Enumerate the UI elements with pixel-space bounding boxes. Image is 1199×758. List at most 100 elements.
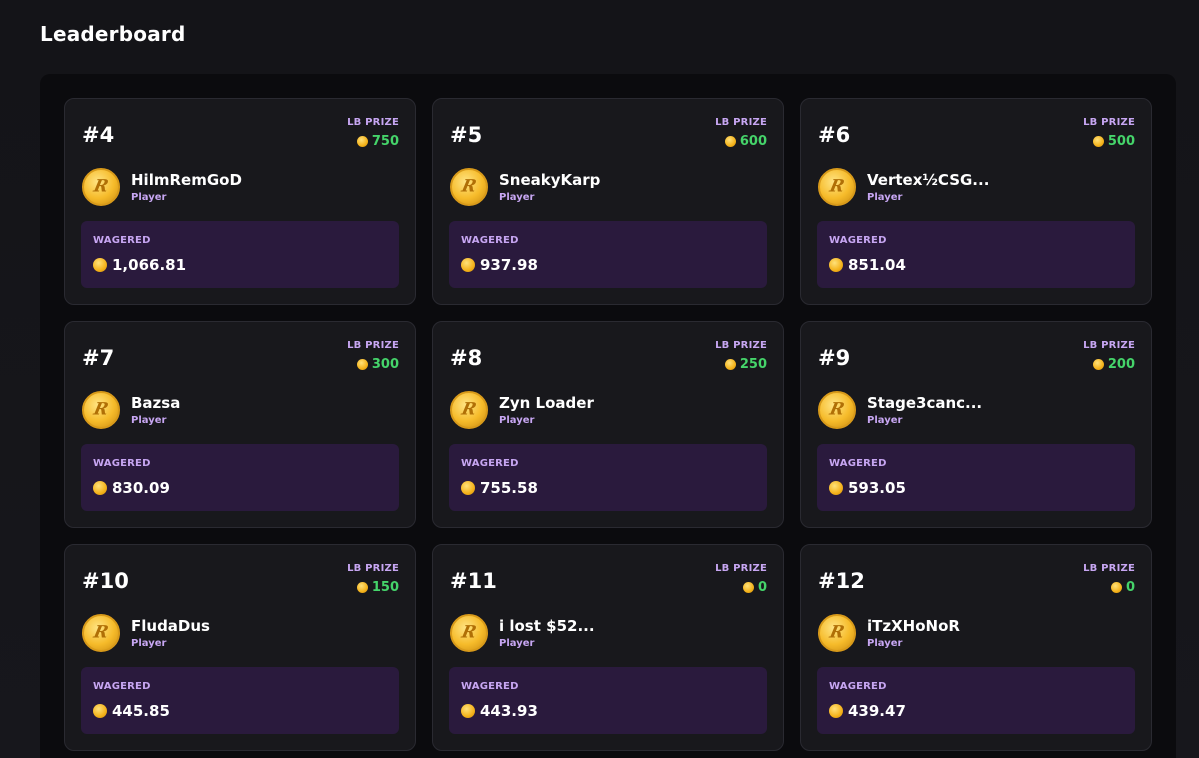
lb-prize: LB PRIZE 0: [715, 563, 767, 595]
lb-prize: LB PRIZE 500: [1083, 117, 1135, 149]
wagered-label: WAGERED: [829, 681, 887, 692]
lb-prize-label: LB PRIZE: [347, 563, 399, 574]
leaderboard-grid: #4 LB PRIZE 750 HilmRemGoD Player: [64, 98, 1152, 751]
player-role: Player: [499, 415, 535, 426]
leaderboard-card[interactable]: #7 LB PRIZE 300 Bazsa Player WA: [64, 321, 416, 528]
lb-prize-amount: 250: [739, 357, 767, 372]
r-coin-avatar-icon: [82, 391, 120, 429]
player-role: Player: [867, 638, 903, 649]
rank-label: #11: [450, 569, 497, 593]
leaderboard-card[interactable]: #9 LB PRIZE 200 Stage3canc... Player: [800, 321, 1152, 528]
leaderboard-card[interactable]: #10 LB PRIZE 150 FludaDus Player: [64, 544, 416, 751]
player-info: SneakyKarp Player: [450, 168, 600, 206]
coin-icon: [742, 582, 754, 593]
leaderboard-card[interactable]: #12 LB PRIZE 0 iTzXHoNoR Player: [800, 544, 1152, 751]
rank-label: #9: [818, 346, 851, 370]
rank-label: #5: [450, 123, 483, 147]
rank-label: #7: [82, 346, 115, 370]
leaderboard-page: Leaderboard #4 LB PRIZE 750 HilmRemGoD: [0, 0, 1199, 758]
leaderboard-card[interactable]: #6 LB PRIZE 500 Vertex½CSG... Player: [800, 98, 1152, 305]
player-role: Player: [131, 638, 167, 649]
player-info: i lost $52... Player: [450, 614, 595, 652]
coin-icon: [461, 481, 475, 495]
wagered-value: 851.04: [829, 256, 906, 274]
player-role: Player: [499, 192, 535, 203]
page-title: Leaderboard: [40, 22, 186, 46]
wagered-value: 937.98: [461, 256, 538, 274]
r-coin-avatar-icon: [818, 391, 856, 429]
lb-prize-amount: 200: [1107, 357, 1135, 372]
player-role: Player: [131, 415, 167, 426]
rank-label: #8: [450, 346, 483, 370]
player-info: Vertex½CSG... Player: [818, 168, 989, 206]
lb-prize-value: 300: [347, 357, 399, 372]
lb-prize-value: 750: [347, 134, 399, 149]
wagered-amount: 439.47: [848, 702, 906, 720]
leaderboard-card[interactable]: #4 LB PRIZE 750 HilmRemGoD Player: [64, 98, 416, 305]
lb-prize-label: LB PRIZE: [1083, 563, 1135, 574]
lb-prize: LB PRIZE 750: [347, 117, 399, 149]
lb-prize: LB PRIZE 250: [715, 340, 767, 372]
coin-icon: [356, 582, 368, 593]
r-coin-avatar-icon: [450, 168, 488, 206]
leaderboard-card[interactable]: #5 LB PRIZE 600 SneakyKarp Player: [432, 98, 784, 305]
wagered-panel: WAGERED 937.98: [449, 221, 767, 288]
lb-prize-label: LB PRIZE: [347, 117, 399, 128]
lb-prize-value: 250: [715, 357, 767, 372]
player-info: HilmRemGoD Player: [82, 168, 242, 206]
lb-prize-label: LB PRIZE: [715, 340, 767, 351]
lb-prize-label: LB PRIZE: [715, 563, 767, 574]
coin-icon: [93, 481, 107, 495]
rank-label: #10: [82, 569, 129, 593]
lb-prize-amount: 150: [371, 580, 399, 595]
lb-prize-amount: 0: [1125, 580, 1135, 595]
wagered-amount: 443.93: [480, 702, 538, 720]
player-role: Player: [131, 192, 167, 203]
player-role: Player: [867, 415, 903, 426]
rank-label: #6: [818, 123, 851, 147]
player-info: iTzXHoNoR Player: [818, 614, 960, 652]
lb-prize-value: 0: [715, 580, 767, 595]
lb-prize-value: 200: [1083, 357, 1135, 372]
r-coin-avatar-icon: [450, 391, 488, 429]
coin-icon: [1110, 582, 1122, 593]
wagered-amount: 851.04: [848, 256, 906, 274]
lb-prize-amount: 500: [1107, 134, 1135, 149]
r-coin-avatar-icon: [450, 614, 488, 652]
wagered-label: WAGERED: [93, 681, 151, 692]
wagered-amount: 937.98: [480, 256, 538, 274]
lb-prize: LB PRIZE 300: [347, 340, 399, 372]
leaderboard-card[interactable]: #11 LB PRIZE 0 i lost $52... Player: [432, 544, 784, 751]
player-name: iTzXHoNoR: [867, 617, 960, 635]
wagered-panel: WAGERED 830.09: [81, 444, 399, 511]
r-coin-avatar-icon: [818, 168, 856, 206]
player-name: Vertex½CSG...: [867, 171, 990, 189]
wagered-label: WAGERED: [461, 235, 519, 246]
wagered-value: 593.05: [829, 479, 906, 497]
coin-icon: [829, 704, 843, 718]
wagered-value: 830.09: [93, 479, 170, 497]
leaderboard-card[interactable]: #8 LB PRIZE 250 Zyn Loader Player: [432, 321, 784, 528]
coin-icon: [461, 258, 475, 272]
player-name: FludaDus: [131, 617, 210, 635]
lb-prize: LB PRIZE 600: [715, 117, 767, 149]
wagered-amount: 755.58: [480, 479, 538, 497]
player-name: i lost $52...: [499, 617, 595, 635]
player-name: Stage3canc...: [867, 394, 983, 412]
lb-prize-amount: 600: [739, 134, 767, 149]
lb-prize-label: LB PRIZE: [1083, 340, 1135, 351]
coin-icon: [461, 704, 475, 718]
wagered-value: 445.85: [93, 702, 170, 720]
r-coin-avatar-icon: [82, 168, 120, 206]
wagered-label: WAGERED: [829, 235, 887, 246]
lb-prize-amount: 300: [371, 357, 399, 372]
rank-label: #12: [818, 569, 865, 593]
wagered-label: WAGERED: [461, 681, 519, 692]
coin-icon: [829, 258, 843, 272]
lb-prize: LB PRIZE 150: [347, 563, 399, 595]
wagered-label: WAGERED: [829, 458, 887, 469]
lb-prize-label: LB PRIZE: [347, 340, 399, 351]
wagered-panel: WAGERED 851.04: [817, 221, 1135, 288]
wagered-value: 1,066.81: [93, 256, 186, 274]
coin-icon: [356, 136, 368, 147]
